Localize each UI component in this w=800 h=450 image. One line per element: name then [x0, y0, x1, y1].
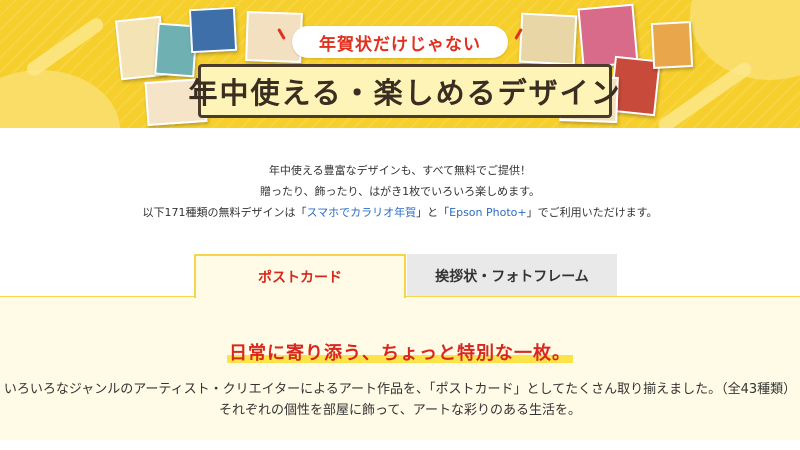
app-link-epson-photo[interactable]: Epson Photo+ — [449, 206, 526, 219]
description-line: それぞれの個性を部屋に飾って、アートな彩りのある生活を。 — [219, 403, 581, 418]
section-headline: 日常に寄り添う、ちょっと特別な一枚。 — [227, 339, 573, 365]
hero-ribbon: 年賀状だけじゃない — [292, 26, 508, 58]
design-thumbnail — [650, 20, 694, 70]
tab-postcard[interactable]: ポストカード — [194, 254, 406, 298]
tab-greeting-photoframe[interactable]: 挨拶状・フォトフレーム — [407, 254, 617, 297]
description-line: いろいろなジャンルのアーティスト・クリエイターによるアート作品を、「ポストカード… — [3, 382, 797, 397]
intro-line: 以下171種類の無料デザインは「スマホでカラリオ年賀」と「Epson Photo… — [142, 206, 658, 219]
intro-line: 年中使える豊富なデザインも、すべて無料でご提供！ — [268, 164, 532, 177]
tab-label: ポストカード — [258, 270, 342, 286]
app-link-colorio[interactable]: スマホでカラリオ年賀 — [306, 206, 416, 219]
tab-panel-postcard: 日常に寄り添う、ちょっと特別な一枚。 いろいろなジャンルのアーティスト・クリエイ… — [0, 297, 800, 440]
hero-title: 年中使える・楽しめるデザイン — [188, 64, 620, 118]
tab-label: 挨拶状・フォトフレーム — [435, 268, 589, 285]
intro-text: 年中使える豊富なデザインも、すべて無料でご提供！ 贈ったり、飾ったり、はがき1枚… — [0, 160, 800, 223]
hero-title-text: 年中使える・楽しめるデザイン — [188, 76, 622, 110]
intro-line: 贈ったり、飾ったり、はがき1枚でいろいろ楽しめます。 — [259, 185, 541, 198]
section-description: いろいろなジャンルのアーティスト・クリエイターによるアート作品を、「ポストカード… — [0, 379, 800, 421]
design-thumbnail — [518, 12, 578, 66]
design-thumbnail — [188, 6, 238, 54]
hero-banner: 年賀状だけじゃない 年中使える・楽しめるデザイン — [0, 0, 800, 128]
hero-ribbon-text: 年賀状だけじゃない — [319, 34, 481, 55]
